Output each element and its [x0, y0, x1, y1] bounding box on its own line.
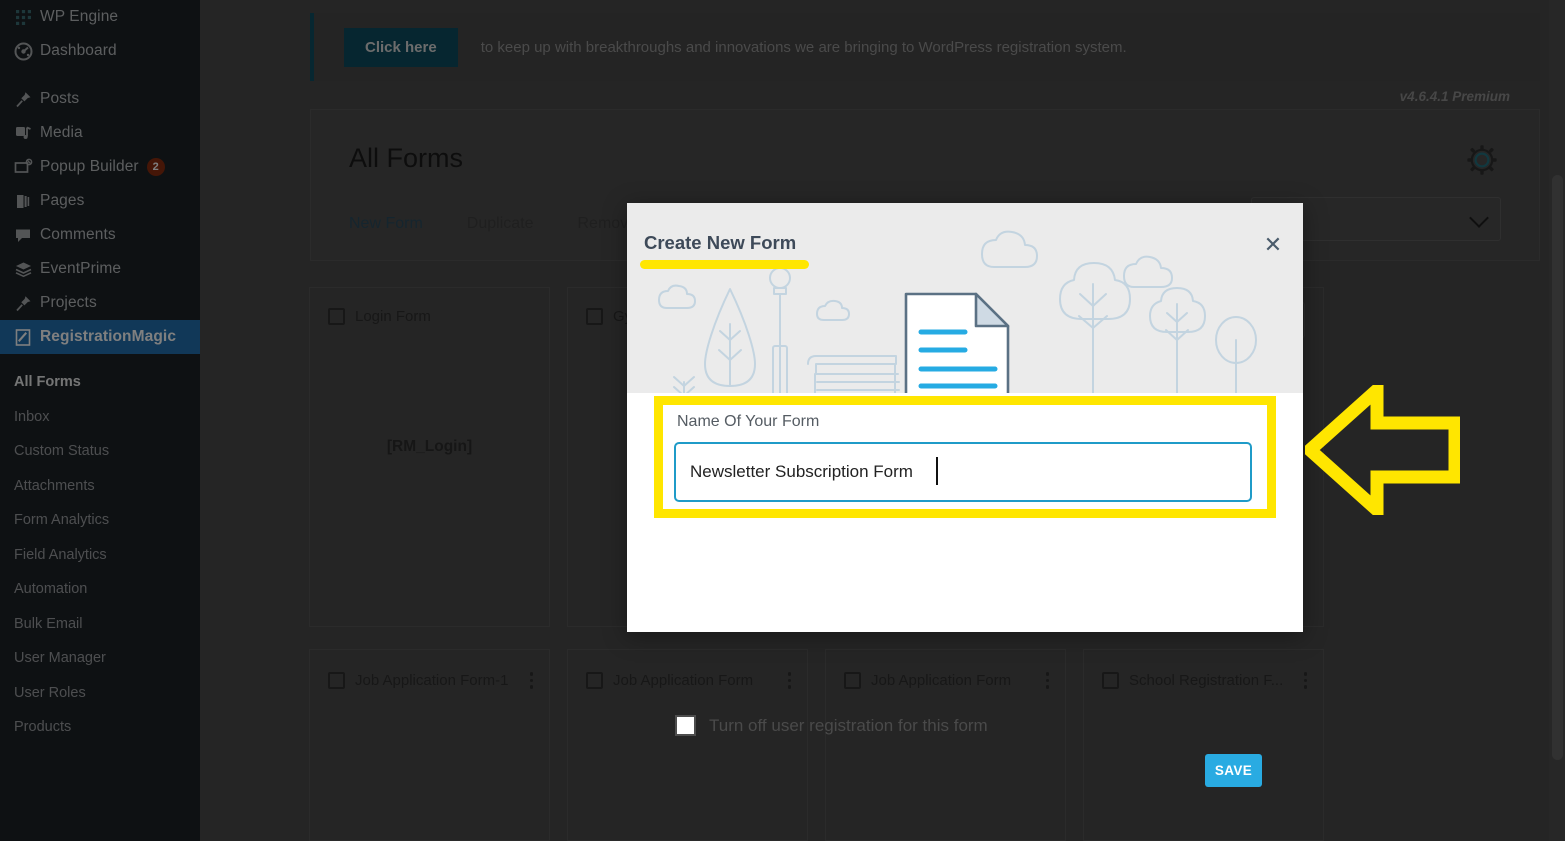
form-name-label: Name Of Your Form — [677, 413, 820, 430]
turn-off-registration-label: Turn off user registration for this form — [709, 715, 988, 735]
text-caret — [936, 457, 938, 485]
title-highlight-marker — [640, 260, 809, 269]
create-new-form-modal: Create New Form ✕ Name Of Your Form News… — [627, 203, 1303, 787]
form-name-input[interactable] — [674, 442, 1252, 502]
modal-title: Create New Form — [644, 232, 797, 253]
form-name-field-highlight: Name Of Your Form — [654, 396, 1276, 518]
modal-body: Name Of Your Form Turn off user registra… — [627, 393, 1303, 787]
screen-root: Click here to keep up with breakthroughs… — [0, 0, 1565, 841]
modal-header: Create New Form ✕ — [627, 203, 1303, 393]
turn-off-registration-checkbox[interactable] — [675, 715, 696, 736]
close-icon[interactable]: ✕ — [1261, 233, 1285, 257]
left-arrow-annotation — [1305, 385, 1460, 515]
save-button[interactable]: SAVE — [1205, 754, 1262, 787]
turn-off-registration-row[interactable]: Turn off user registration for this form — [675, 715, 988, 736]
